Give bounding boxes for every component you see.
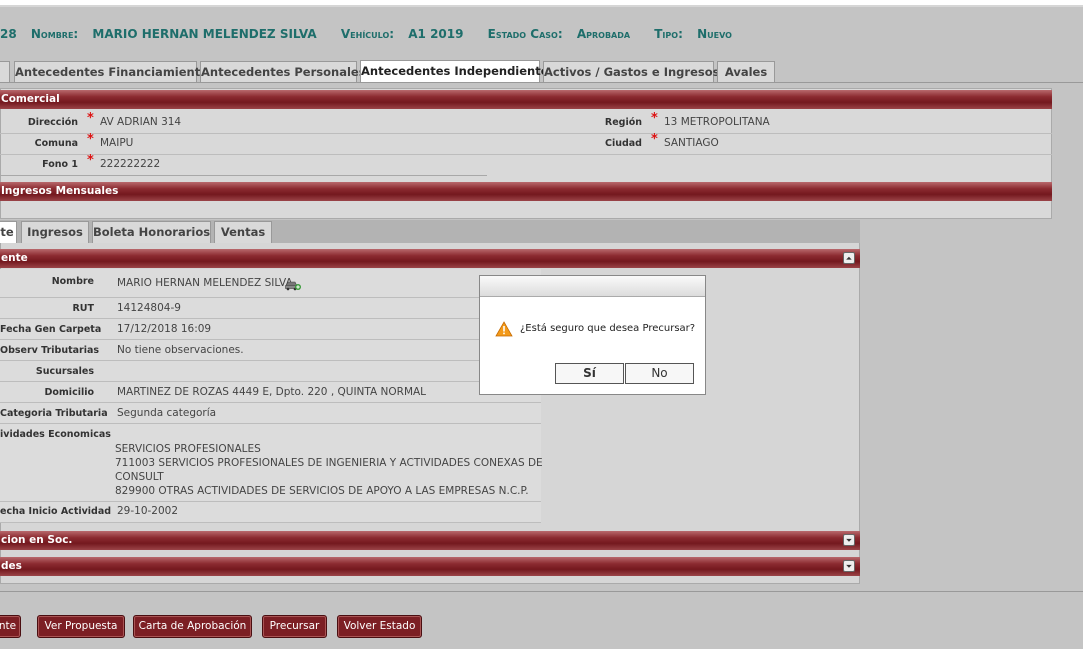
row-divider [0,522,541,523]
tab-avales[interactable]: Avales [717,61,775,82]
actividad-line: SERVICIOS PROFESIONALES [115,443,261,455]
fecha-gen-carpeta-value: 17/12/2018 16:09 [117,323,212,335]
region-label: Región [604,117,642,128]
carta-aprobacion-button[interactable]: Carta de Aprobación [133,615,252,638]
tipo-label: Tipo: [654,27,683,41]
row-divider [0,360,541,361]
rut-value: 14124804-9 [117,302,181,314]
tab-activos-gastos-ingresos[interactable]: Activos / Gastos e Ingresos [543,61,719,82]
ver-propuesta-button[interactable]: Ver Propuesta [37,615,125,638]
tipo-value: Nuevo [697,27,732,41]
yes-button[interactable]: Sí [555,363,624,384]
row-divider [0,318,541,319]
region-value: 13 METROPOLITANA [664,116,770,128]
direccion-value: AV ADRIAN 314 [100,116,182,128]
tabs-divider [0,82,1083,83]
vehiculo-group: Vehículo: A1 2019 [341,27,474,41]
nombre-value: MARIO HERNAN MELENDEZ SILVA [92,27,317,41]
cliente-button[interactable]: nte [0,615,21,638]
confirm-dialog: ¿Está seguro que desea Precursar? Sí No [479,275,706,395]
nombre-group: Nombre: MARIO HERNAN MELENDEZ SILVA [31,27,327,41]
cliente-nombre-label: Nombre [51,276,94,287]
case-number: 28 [0,27,17,41]
volver-estado-button[interactable]: Volver Estado [337,615,422,638]
subtab-ventas[interactable]: Ventas [214,221,272,243]
row-divider [0,402,541,403]
subtab-cliente[interactable]: te [0,221,17,243]
fecha-inicio-actividad-label: echa Inicio Actividad [0,506,112,517]
car-add-icon[interactable] [285,276,301,291]
rut-label: RUT [72,303,94,314]
tab-antecedentes-personales[interactable]: Antecedentes Personales [200,61,366,82]
observ-tributarias-label: Observ Tributarias [0,345,100,356]
estado-label: Estado Caso: [487,27,563,41]
categoria-tributaria-label: Categoria Tributaria [0,408,108,419]
sucursales-label: Sucursales [35,366,94,377]
fecha-inicio-actividad-value: 29-10-2002 [117,505,179,517]
row-divider [0,154,1052,155]
comuna-label: Comuna [34,138,78,149]
domicilio-label: Domicilio [44,387,95,398]
tab-antecedentes-financiamiento[interactable]: Antecedentes Financiamiento [14,61,208,82]
row-divider [0,423,541,424]
nombre-label: Nombre: [30,27,79,41]
direccion-label: Dirección [27,117,78,128]
warning-icon [495,321,513,337]
collapse-icon[interactable]: ⏶ [843,252,855,264]
actividades-economicas-label: ividades Economicas [0,429,111,440]
ingresos-mensuales-header-bar: Ingresos Mensuales [0,182,1052,201]
expand-icon[interactable]: ⏷ [843,560,855,572]
dialog-titlebar[interactable] [480,276,705,297]
actividad-line: CONSULT [115,471,164,483]
row-divider [0,501,541,502]
comuna-value: MAIPU [100,137,134,149]
case-header: 28 Nombre: MARIO HERNAN MELENDEZ SILVA V… [0,27,1083,47]
expand-icon[interactable]: ⏷ [843,534,855,546]
top-strip-border [0,5,1083,7]
vehiculo-value: A1 2019 [408,27,464,41]
required-marker: * [87,153,94,168]
propiedades-header-bar: des [0,557,860,576]
actividad-line: 711003 SERVICIOS PROFESIONALES DE INGENI… [115,457,543,469]
fono-value: 222222222 [100,158,161,170]
row-divider [0,339,541,340]
precursar-button[interactable]: Precursar [262,615,327,638]
participacion-soc-header-bar: cion en Soc. [0,531,860,550]
required-marker: * [651,132,658,147]
row-divider [0,175,487,176]
actividad-line: 829900 OTRAS ACTIVIDADES DE SERVICIOS DE… [115,485,529,497]
estado-value: Aprobada [576,27,631,41]
ciudad-label: Ciudad [604,138,642,149]
dialog-message: ¿Está seguro que desea Precursar? [520,323,696,334]
footer-divider [0,591,1083,592]
observ-tributarias-value: No tiene observaciones. [117,344,244,356]
tab-hidden-left[interactable] [0,61,10,82]
fono-label: Fono 1 [42,159,78,170]
ciudad-value: SANTIAGO [664,137,719,149]
row-divider [0,133,1052,134]
subtab-ingresos[interactable]: Ingresos [21,221,89,243]
vehiculo-label: Vehículo: [340,27,395,41]
no-button[interactable]: No [625,363,694,384]
estado-group: Estado Caso: Aprobada [488,27,640,41]
row-divider [0,381,541,382]
comercial-header-bar: Comercial [0,90,1052,109]
required-marker: * [651,111,658,126]
categoria-tributaria-value: Segunda categoría [117,407,217,419]
tipo-group: Tipo: Nuevo [654,27,742,41]
required-marker: * [87,132,94,147]
required-marker: * [87,111,94,126]
subtab-boleta-honorarios[interactable]: Boleta Honorarios [92,221,211,243]
cliente-nombre-value: MARIO HERNAN MELENDEZ SILVA [117,277,293,289]
actividades-economicas-value: SERVICIOS PROFESIONALES 711003 SERVICIOS… [115,442,543,498]
domicilio-value: MARTINEZ DE ROZAS 4449 E, Dpto. 220 , QU… [117,386,427,398]
row-divider [0,297,541,298]
fecha-gen-carpeta-label: Fecha Gen Carpeta [0,324,102,335]
tab-antecedentes-independiente[interactable]: Antecedentes Independiente [360,60,549,83]
cliente-header-bar: ente [0,249,860,268]
